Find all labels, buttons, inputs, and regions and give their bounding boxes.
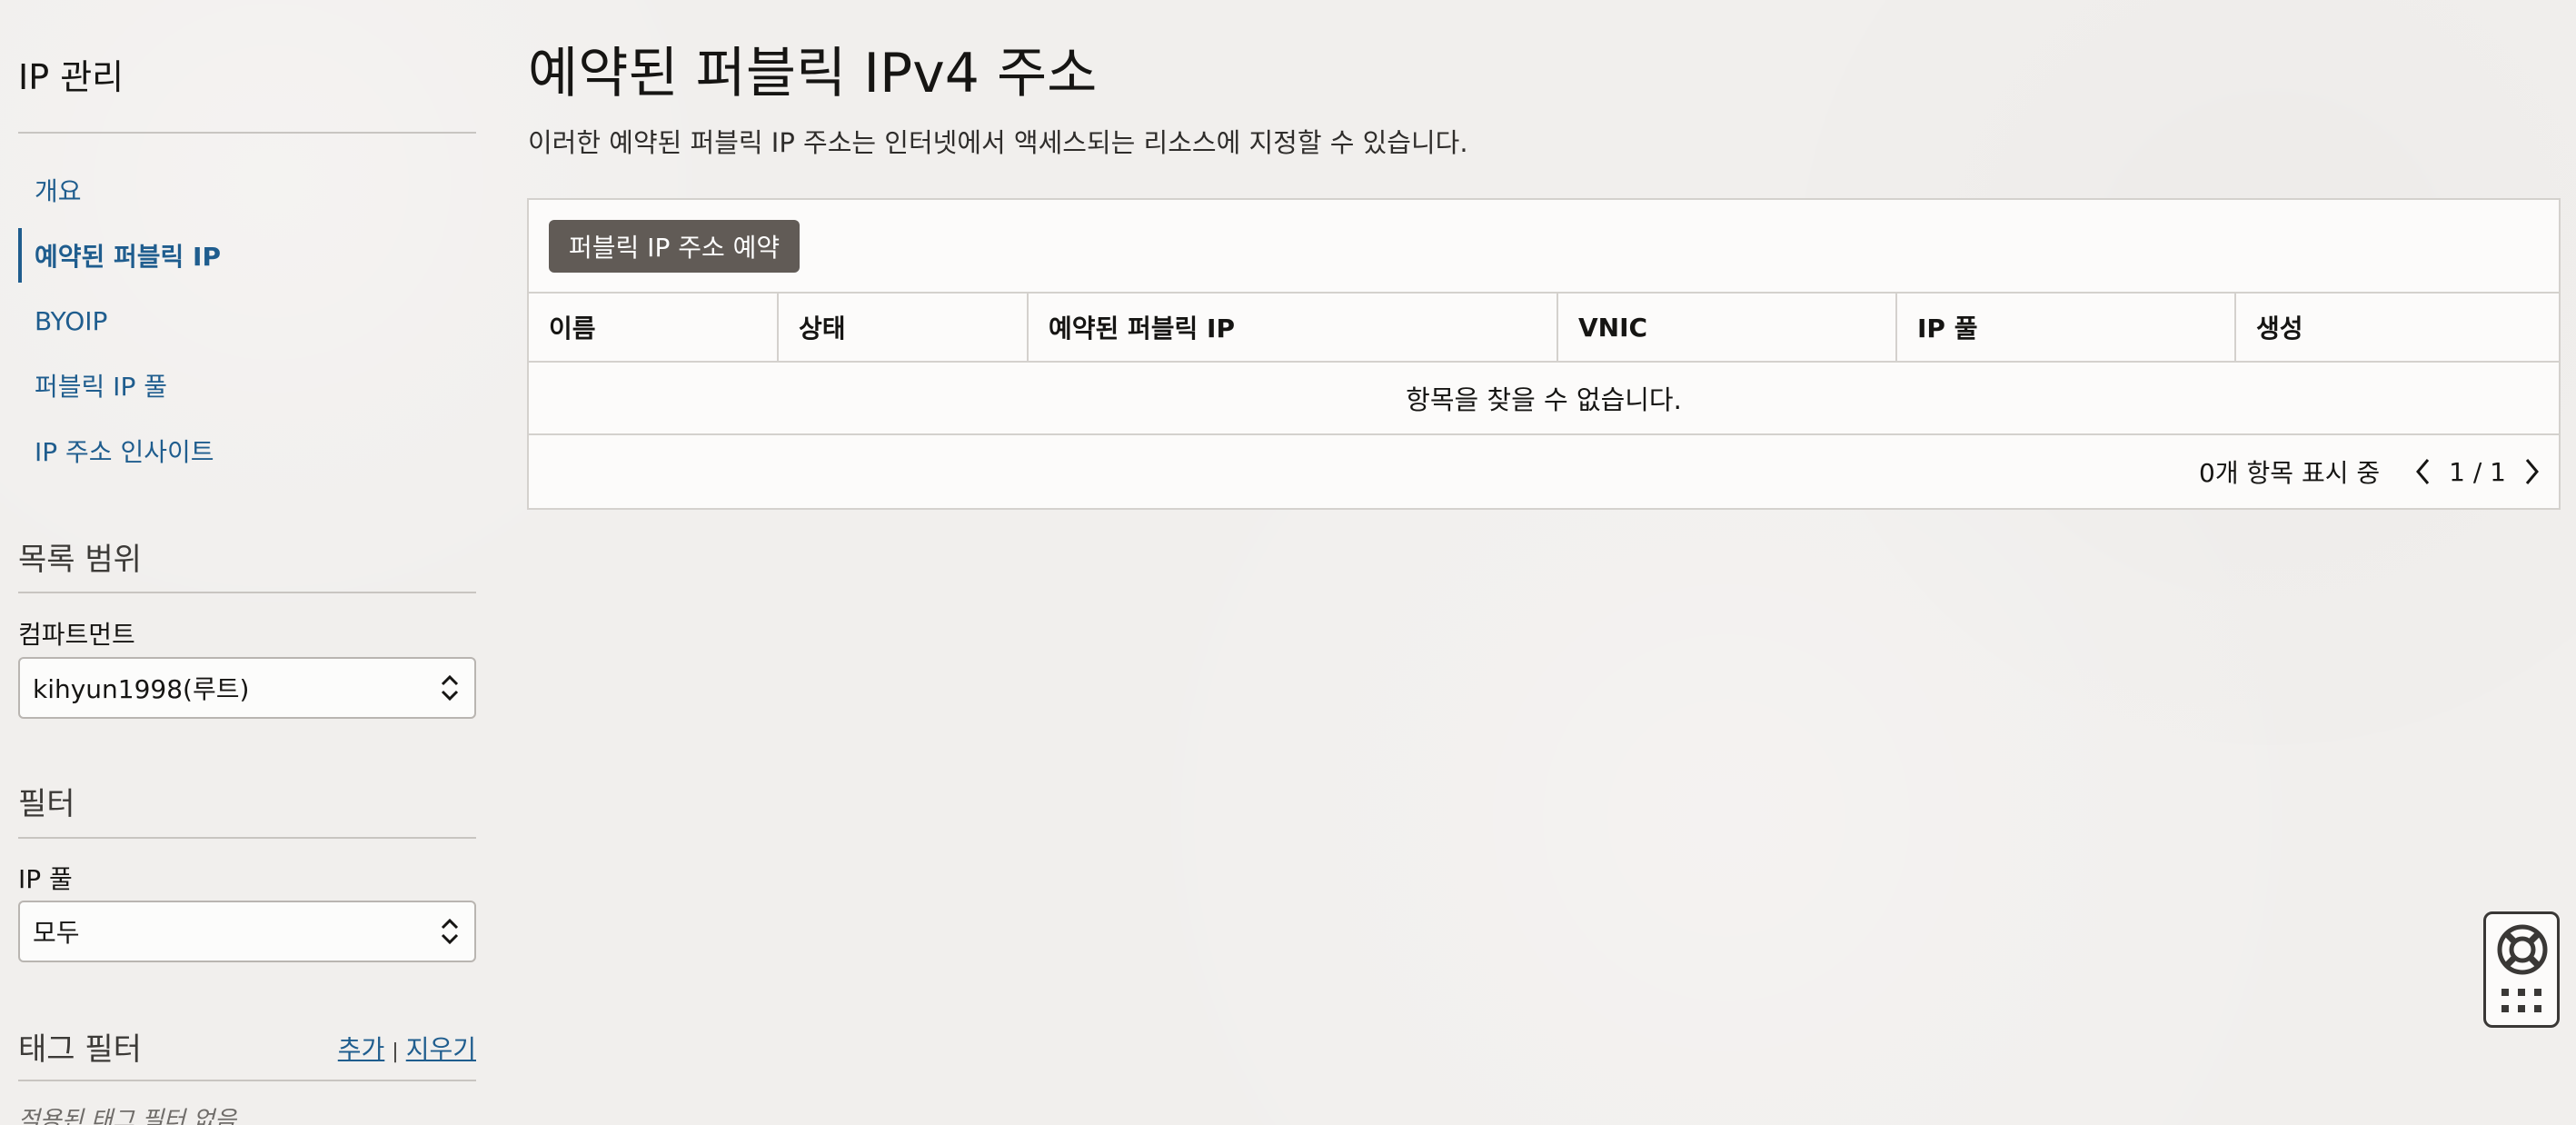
table-header: 이름 상태 예약된 퍼블릭 IP VNIC IP 풀 생성 [529, 292, 2559, 363]
page-indicator: 1 / 1 [2449, 456, 2506, 487]
page-title: 예약된 퍼블릭 IPv4 주소 [528, 42, 1098, 105]
divider [18, 592, 476, 593]
column-header-vnic[interactable]: VNIC [1558, 294, 1897, 361]
reserve-public-ip-button[interactable]: 퍼블릭 IP 주소 예약 [549, 220, 801, 273]
clear-tag-filters-link[interactable]: 지우기 [406, 1034, 476, 1064]
select-chevrons-icon [441, 674, 459, 702]
list-scope-title: 목록 범위 [18, 542, 142, 578]
ip-pool-label: IP 풀 [18, 864, 73, 894]
sidebar-item-overview[interactable]: 개요 [18, 163, 476, 217]
sidebar-item-label: BYOIP [35, 305, 108, 336]
help-widget-button[interactable] [2483, 911, 2560, 1028]
sidebar-item-label: IP 주소 인사이트 [35, 437, 214, 467]
page-description: 이러한 예약된 퍼블릭 IP 주소는 인터넷에서 액세스되는 리소스에 지정할 … [528, 127, 1468, 158]
divider [18, 132, 476, 134]
sidebar-item-label: 예약된 퍼블릭 IP [35, 242, 221, 272]
column-header-reserved-public-ip[interactable]: 예약된 퍼블릭 IP [1029, 294, 1558, 361]
ip-pool-select[interactable]: 모두 [18, 901, 476, 962]
chevron-left-icon[interactable] [2407, 453, 2440, 490]
sidebar-item-label: 퍼블릭 IP 풀 [35, 372, 167, 402]
column-header-name[interactable]: 이름 [529, 294, 779, 361]
compartment-value: kihyun1998(루트) [33, 674, 250, 704]
compartment-select[interactable]: kihyun1998(루트) [18, 657, 476, 719]
no-tag-filters-text: 적용된 태그 필터 없음 [18, 1107, 237, 1125]
filters-title: 필터 [18, 786, 75, 822]
reserved-ip-table-panel: 퍼블릭 IP 주소 예약 이름 상태 예약된 퍼블릭 IP VNIC IP 풀 … [527, 198, 2561, 510]
sidebar-title: IP 관리 [18, 57, 124, 97]
divider [18, 837, 476, 839]
add-tag-filter-link[interactable]: 추가 [338, 1034, 385, 1064]
link-separator: | [392, 1040, 399, 1063]
apps-grid-icon [2501, 989, 2541, 1012]
pagination: 0개 항목 표시 중 1 / 1 [2199, 435, 2548, 508]
ip-pool-value: 모두 [33, 918, 80, 948]
lifebuoy-icon [2497, 924, 2548, 975]
column-header-created[interactable]: 생성 [2236, 294, 2559, 361]
select-chevrons-icon [441, 918, 459, 945]
empty-table-message: 항목을 찾을 수 없습니다. [529, 363, 2559, 435]
compartment-label: 컴파트먼트 [18, 620, 135, 650]
item-count-text: 0개 항목 표시 중 [2199, 458, 2381, 488]
tag-filter-actions: 추가 | 지우기 [338, 1030, 476, 1066]
column-header-state[interactable]: 상태 [779, 294, 1029, 361]
divider [18, 1080, 476, 1081]
tag-filters-title: 태그 필터 [18, 1031, 142, 1068]
sidebar-item-ip-address-insights[interactable]: IP 주소 인사이트 [18, 423, 476, 478]
sidebar-item-byoip[interactable]: BYOIP [18, 294, 476, 348]
sidebar-item-public-ip-pools[interactable]: 퍼블릭 IP 풀 [18, 358, 476, 413]
sidebar-item-reserved-public-ip[interactable]: 예약된 퍼블릭 IP [18, 228, 476, 283]
column-header-ip-pool[interactable]: IP 풀 [1897, 294, 2236, 361]
sidebar-item-label: 개요 [35, 176, 82, 206]
chevron-right-icon[interactable] [2515, 453, 2548, 490]
